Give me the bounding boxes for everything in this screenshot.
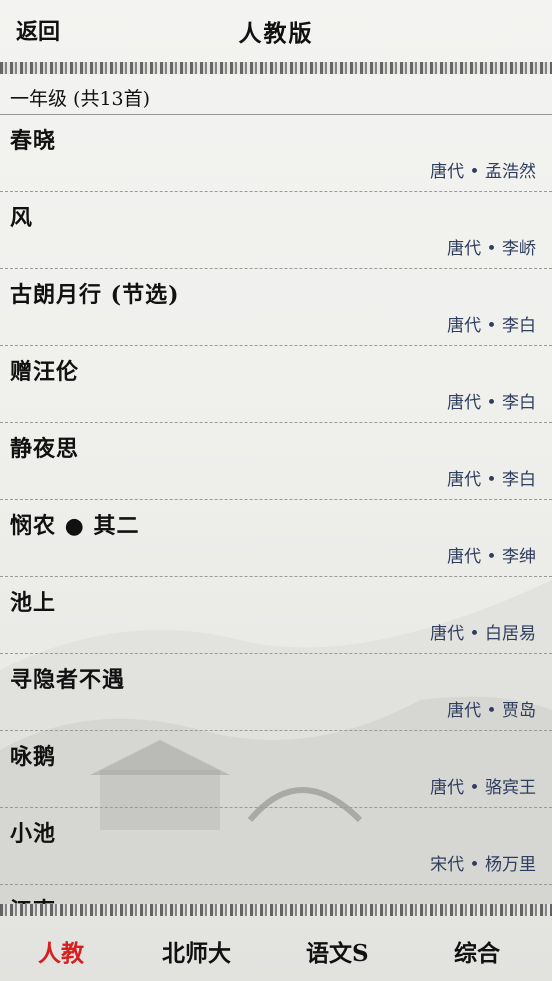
- poem-list-item[interactable]: 赠汪伦 唐代 • 李白: [0, 346, 552, 423]
- tab-zonghe[interactable]: 综合: [454, 934, 500, 968]
- header-bar: 返回 人教版: [0, 0, 552, 62]
- poem-list-item[interactable]: 江南: [0, 885, 552, 904]
- poem-author: 唐代 • 李白: [447, 393, 536, 413]
- poem-title: 静夜思: [10, 436, 80, 462]
- grade-section-title: 一年级 (共13首): [10, 88, 151, 110]
- grade-section-header: 一年级 (共13首): [0, 78, 552, 115]
- poem-title: 江南: [10, 893, 56, 904]
- tab-yuwen-s[interactable]: 语文S: [306, 934, 369, 968]
- poem-title: 寻隐者不遇: [10, 667, 126, 693]
- poem-title: 悯农 ● 其二: [10, 513, 140, 539]
- poem-author: 唐代 • 白居易: [430, 624, 536, 644]
- top-decorative-border: [0, 62, 552, 74]
- bottom-tab-bar: 人教 北师大 语文S 综合: [0, 916, 552, 981]
- poem-author: 唐代 • 李白: [447, 470, 536, 490]
- poem-author: 唐代 • 李绅: [447, 547, 536, 567]
- poem-list-item[interactable]: 春晓 唐代 • 孟浩然: [0, 115, 552, 192]
- poem-author: 唐代 • 李白: [447, 316, 536, 336]
- poem-author: 唐代 • 李峤: [447, 239, 536, 259]
- poem-list-item[interactable]: 悯农 ● 其二 唐代 • 李绅: [0, 500, 552, 577]
- poem-list-item[interactable]: 风 唐代 • 李峤: [0, 192, 552, 269]
- poem-list-item[interactable]: 静夜思 唐代 • 李白: [0, 423, 552, 500]
- poem-title: 风: [10, 205, 34, 231]
- poem-author: 唐代 • 孟浩然: [430, 162, 536, 182]
- poem-author: 唐代 • 骆宾王: [430, 778, 536, 798]
- poem-list-item[interactable]: 寻隐者不遇 唐代 • 贾岛: [0, 654, 552, 731]
- poem-title: 小池: [10, 821, 57, 847]
- poem-title: 池上: [10, 590, 57, 616]
- poem-title: 春晓: [10, 128, 57, 154]
- poem-list: 春晓 唐代 • 孟浩然 风 唐代 • 李峤 古朗月行 (节选) 唐代 • 李白 …: [0, 115, 552, 904]
- poem-title: 古朗月行 (节选): [10, 282, 180, 308]
- poem-list-item[interactable]: 池上 唐代 • 白居易: [0, 577, 552, 654]
- tab-renjiao[interactable]: 人教: [38, 934, 84, 968]
- tab-beishida[interactable]: 北师大: [162, 934, 231, 968]
- poem-title: 咏鹅: [10, 744, 57, 770]
- poem-list-item[interactable]: 小池 宋代 • 杨万里: [0, 808, 552, 885]
- bottom-decorative-border: [0, 904, 552, 916]
- poem-author: 宋代 • 杨万里: [430, 855, 536, 875]
- page-title: 人教版: [238, 20, 314, 47]
- poem-list-item[interactable]: 古朗月行 (节选) 唐代 • 李白: [0, 269, 552, 346]
- poem-title: 赠汪伦: [10, 359, 80, 385]
- poem-author: 唐代 • 贾岛: [447, 701, 536, 721]
- poem-list-item[interactable]: 咏鹅 唐代 • 骆宾王: [0, 731, 552, 808]
